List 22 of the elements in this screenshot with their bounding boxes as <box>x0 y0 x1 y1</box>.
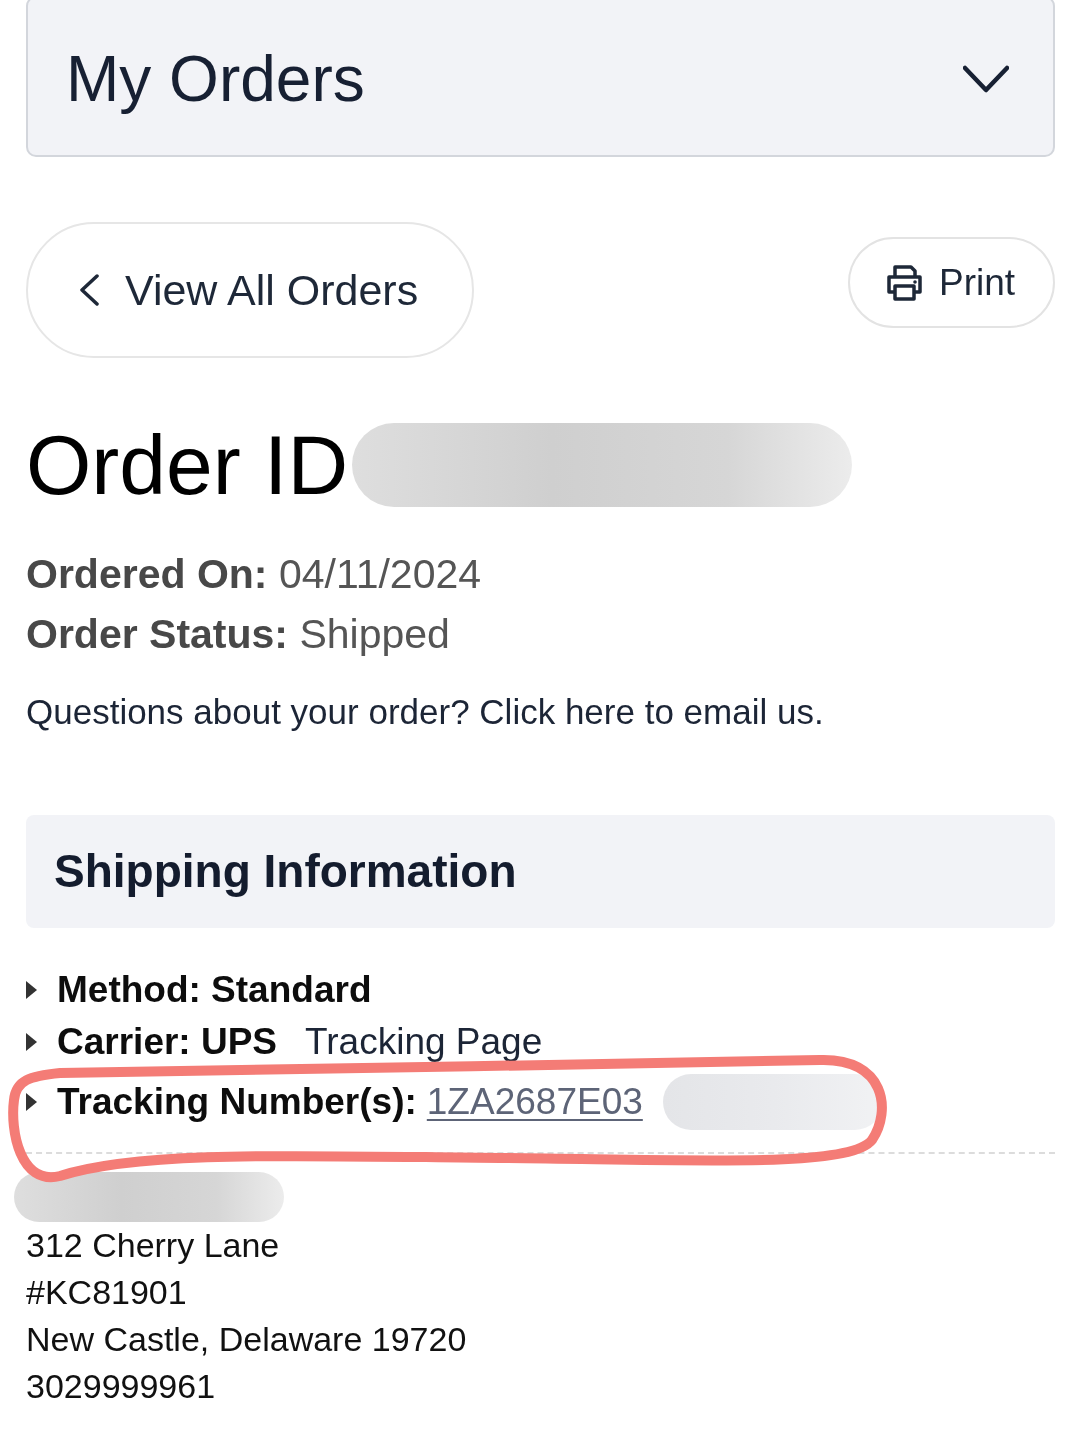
contact-text: Questions about your order? Click here to email us. <box>26 690 825 733</box>
address-line: 312 Cherry Lane <box>26 1224 281 1266</box>
address-line: 3029999961 <box>26 1365 217 1407</box>
address-line: New Castle, Delaware 19720 <box>26 1318 468 1360</box>
order-detail-text: Order Status: Shipped <box>26 609 451 659</box>
caret-right-icon <box>26 980 37 999</box>
tracking-page-link[interactable]: Tracking Page <box>305 1020 543 1063</box>
chevron-left-icon <box>79 274 99 306</box>
orders-dropdown[interactable]: My Orders <box>26 0 1055 157</box>
view-all-orders-button[interactable]: View All Orders <box>26 222 474 358</box>
caret-right-icon <box>26 1032 37 1051</box>
caret-right-icon <box>26 1092 37 1111</box>
section-title: Shipping Information <box>54 844 517 899</box>
shipping-method-text: Method: Standard <box>57 968 372 1011</box>
carrier-text: Carrier: UPS <box>57 1020 278 1063</box>
order-detail-text: Ordered On: 04/11/2024 <box>26 549 483 599</box>
order-id-heading: Order ID <box>26 417 349 514</box>
address-line: #KC81901 <box>26 1271 188 1313</box>
tracking-number-link[interactable]: 1ZA2687E03 <box>426 1080 643 1123</box>
print-button[interactable]: Print <box>848 237 1055 328</box>
printer-icon <box>886 264 923 301</box>
tracking-label: Tracking Number(s): <box>57 1080 417 1123</box>
